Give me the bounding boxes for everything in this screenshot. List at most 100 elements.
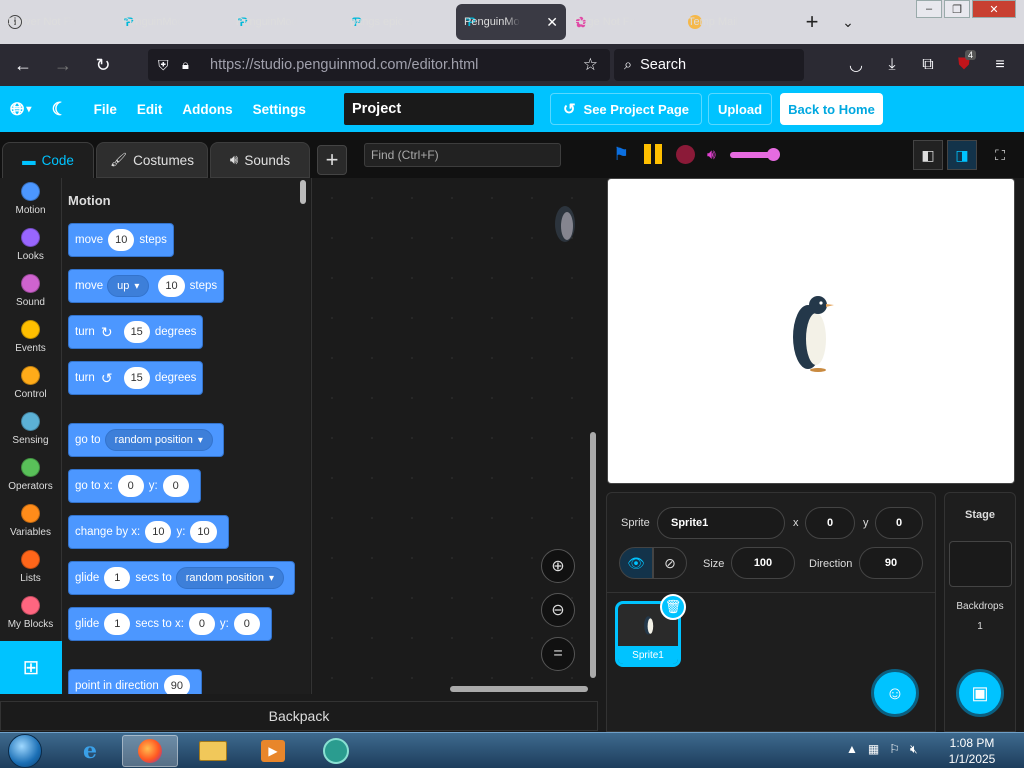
volume-slider-knob[interactable] [767, 148, 780, 161]
reload-icon[interactable]: ↻ [86, 48, 120, 82]
penguin-sprite[interactable] [788, 291, 838, 373]
address-bar[interactable]: ⛨ 🔒︎ https://studio.penguinmod.com/edito… [148, 49, 610, 81]
volume-muted-icon[interactable]: 🔇︎ [910, 742, 918, 757]
block-dropdown[interactable]: random position [104, 429, 213, 451]
shield-icon[interactable]: ⛨ [158, 57, 169, 74]
backpack-bar[interactable]: Backpack [0, 701, 598, 731]
block-number-input[interactable]: 10 [145, 521, 172, 543]
small-stage-button[interactable]: ◧ [913, 140, 943, 170]
list-tabs-chevron-icon[interactable]: ⌄ [830, 4, 866, 40]
ublock-icon[interactable]: ⛊ 4 [946, 48, 982, 82]
volume-icon[interactable]: 🔊︎ [707, 146, 716, 163]
tab-sounds[interactable]: 🔊︎ Sounds [210, 142, 310, 178]
pocket-icon[interactable]: ◡ [838, 48, 874, 82]
block-glide-xy[interactable]: glide 1 secs to x: 0 y: 0 [68, 607, 272, 641]
category-my-blocks[interactable]: My Blocks [0, 592, 61, 638]
category-operators[interactable]: Operators [0, 454, 61, 500]
browser-tab[interactable]: ✿ Page Not Fo [566, 4, 680, 40]
zoom-out-button[interactable]: ⊖ [541, 593, 575, 627]
x-input[interactable]: 0 [805, 507, 855, 539]
add-backdrop-button[interactable]: ▣ [956, 669, 1004, 717]
add-extension-button[interactable]: ⊞ [0, 641, 62, 694]
block-number-input[interactable]: 90 [163, 675, 190, 694]
file-explorer-icon[interactable] [185, 735, 241, 767]
block-glide-to[interactable]: glide 1 secs to random position [68, 561, 296, 595]
stage-canvas[interactable] [607, 178, 1015, 484]
green-flag-icon[interactable]: ⚑ [613, 144, 629, 165]
browser-tab[interactable]: i Server Not Fo [0, 4, 114, 40]
minimize-button[interactable]: – [916, 0, 942, 18]
delete-sprite-trash-icon[interactable]: 🗑︎ [660, 594, 686, 620]
menu-settings[interactable]: Settings [243, 86, 316, 132]
block-number-input[interactable]: 15 [123, 367, 150, 389]
browser-tab[interactable]: Temp Mail - [680, 4, 794, 40]
browser-tab[interactable]: Ƥ PenguinMod [114, 4, 228, 40]
category-lists[interactable]: Lists [0, 546, 61, 592]
block-number-input[interactable]: 1 [104, 567, 131, 589]
category-looks[interactable]: Looks [0, 224, 61, 270]
lock-icon[interactable]: 🔒︎ [182, 57, 189, 73]
category-variables[interactable]: Variables [0, 500, 61, 546]
block-number-input[interactable]: 0 [233, 613, 260, 635]
block-turn-right[interactable]: turn ↻ 15 degrees [68, 315, 204, 349]
stage-thumbnail[interactable] [949, 541, 1012, 587]
category-sound[interactable]: Sound [0, 270, 61, 316]
category-events[interactable]: Events [0, 316, 61, 362]
show-sprite-eye-icon[interactable]: 👁︎ [619, 547, 653, 579]
block-dropdown[interactable]: up [107, 275, 150, 297]
add-sprite-button[interactable]: ☺ [871, 669, 919, 717]
category-sensing[interactable]: Sensing [0, 408, 61, 454]
y-input[interactable]: 0 [875, 507, 923, 539]
restore-button[interactable]: ❐ [944, 0, 970, 18]
hide-sprite-eye-slash-icon[interactable]: ⊘ [653, 547, 687, 579]
block-go-to-xy[interactable]: go to x: 0 y: 0 [68, 469, 201, 503]
direction-input[interactable]: 90 [859, 547, 923, 579]
back-to-home-button[interactable]: Back to Home [780, 93, 883, 125]
network-icon[interactable]: ▦ [868, 742, 879, 757]
block-go-to[interactable]: go to random position [68, 423, 224, 457]
zoom-in-button[interactable]: ⊕ [541, 549, 575, 583]
block-point-in-direction[interactable]: point in direction 90 [68, 669, 202, 694]
block-number-input[interactable]: 0 [117, 475, 144, 497]
fullscreen-icon[interactable]: ⛶ [985, 140, 1015, 170]
menu-hamburger-icon[interactable]: ≡ [982, 48, 1018, 82]
taskbar-clock[interactable]: 1:08 PM 1/1/2025 [932, 735, 1012, 767]
block-number-input[interactable]: 10 [158, 275, 185, 297]
block-number-input[interactable]: 15 [123, 321, 150, 343]
tab-costumes[interactable]: 🖌︎ Costumes [96, 142, 208, 178]
show-hidden-icons-icon[interactable]: ▲ [846, 742, 858, 757]
add-tab-plus-icon[interactable]: + [317, 145, 347, 175]
browser-tab-active[interactable]: Ƥ PenguinMod ✕ [456, 4, 566, 40]
stop-button[interactable] [676, 145, 695, 164]
tab-code[interactable]: ▬ Code [2, 142, 94, 178]
block-number-input[interactable]: 1 [104, 613, 131, 635]
find-input[interactable]: Find (Ctrl+F) [364, 143, 561, 167]
category-motion[interactable]: Motion [0, 178, 61, 224]
close-tab-icon[interactable]: ✕ [546, 14, 558, 31]
block-number-input[interactable]: 10 [190, 521, 217, 543]
search-box[interactable]: ⌕ Search [614, 49, 804, 81]
workspace-vertical-scrollbar[interactable] [590, 432, 596, 678]
close-window-button[interactable]: ✕ [972, 0, 1016, 18]
sprite-name-input[interactable]: Sprite1 [657, 507, 785, 539]
block-number-input[interactable]: 0 [188, 613, 215, 635]
penguinmod-app-icon[interactable] [308, 735, 364, 767]
firefox-icon[interactable] [122, 735, 178, 767]
menu-addons[interactable]: Addons [172, 86, 242, 132]
media-player-icon[interactable]: ▶ [245, 735, 301, 767]
downloads-icon[interactable]: ⤓ [874, 48, 910, 82]
browser-tab[interactable]: Ƥ PenguinMod [228, 4, 342, 40]
menu-edit[interactable]: Edit [127, 86, 173, 132]
block-move-steps[interactable]: move 10 steps [68, 223, 174, 257]
project-title-input[interactable]: Project [344, 93, 534, 125]
block-number-input[interactable]: 10 [108, 229, 135, 251]
extensions-icon[interactable]: ⧉ [910, 48, 946, 82]
normal-stage-button[interactable]: ◨ [947, 140, 977, 170]
bookmark-star-icon[interactable]: ☆ [583, 55, 598, 75]
block-move-direction-steps[interactable]: move up 10 steps [68, 269, 225, 303]
new-tab-button[interactable]: + [794, 4, 830, 40]
size-input[interactable]: 100 [731, 547, 795, 579]
upload-button[interactable]: Upload [708, 93, 772, 125]
internet-explorer-icon[interactable]: e [62, 735, 118, 767]
block-change-by-xy[interactable]: change by x: 10 y: 10 [68, 515, 229, 549]
